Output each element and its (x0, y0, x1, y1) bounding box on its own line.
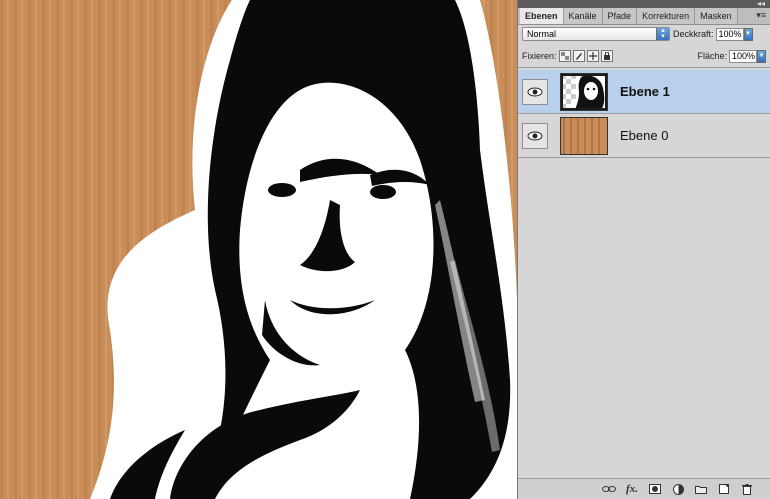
blend-mode-select[interactable]: Normal ▴ ▾ (522, 27, 670, 41)
trash-icon[interactable] (738, 482, 756, 496)
panel-bottom-bar: fx. (518, 478, 770, 499)
document-canvas[interactable] (0, 0, 517, 499)
tab-masken[interactable]: Masken (695, 8, 738, 24)
panel-menu-icon[interactable]: ▾≡ (756, 10, 766, 21)
fill-input[interactable]: 100% (729, 49, 757, 63)
blend-mode-value: Normal (527, 29, 557, 39)
group-icon[interactable] (692, 482, 710, 496)
collapse-icon[interactable]: ◂◂ (757, 0, 765, 8)
lock-row: Fixieren: Fläche: 100% ▼ (522, 48, 766, 64)
divider (518, 67, 770, 68)
adjustment-icon[interactable] (669, 482, 687, 496)
tab-ebenen[interactable]: Ebenen (520, 8, 564, 24)
tab-korrekturen[interactable]: Korrekturen (637, 8, 696, 24)
lock-transparency-icon[interactable] (558, 50, 571, 62)
layers-panel: ◂◂ Ebenen Kanäle Pfade Korrekturen Maske… (517, 0, 770, 499)
opacity-label: Deckkraft: (673, 29, 714, 39)
link-icon[interactable] (600, 482, 618, 496)
lock-label: Fixieren: (522, 51, 557, 61)
blend-row: Normal ▴ ▾ Deckkraft: 100% ▼ (522, 26, 766, 42)
layer-thumbnail (560, 72, 608, 111)
mask-icon[interactable] (646, 482, 664, 496)
eye-icon[interactable] (522, 122, 548, 149)
lock-all-icon[interactable] (600, 50, 613, 62)
lock-pixels-icon[interactable] (572, 50, 585, 62)
layer-row-ebene-0[interactable]: Ebene 0 (518, 114, 770, 158)
layer-row-ebene-1[interactable]: Ebene 1 (518, 70, 770, 114)
tab-pfade[interactable]: Pfade (602, 8, 638, 24)
photoshop-window: ◂◂ Ebenen Kanäle Pfade Korrekturen Maske… (0, 0, 770, 499)
layer-list: Ebene 1 Ebene 0 (518, 70, 770, 158)
layer-thumbnail (560, 116, 608, 155)
eye-icon[interactable] (522, 78, 548, 105)
fx-icon[interactable]: fx. (623, 482, 641, 496)
layer-name[interactable]: Ebene 1 (620, 84, 670, 99)
fill-dropdown-icon[interactable]: ▼ (757, 49, 766, 63)
lock-position-icon[interactable] (586, 50, 599, 62)
panel-titlebar: ◂◂ (518, 0, 770, 8)
opacity-dropdown-icon[interactable]: ▼ (743, 27, 753, 41)
new-layer-icon[interactable] (715, 482, 733, 496)
panel-tabs: Ebenen Kanäle Pfade Korrekturen Masken ▾… (518, 8, 770, 25)
opacity-input[interactable]: 100% (715, 27, 744, 41)
tab-kanaele[interactable]: Kanäle (563, 8, 603, 24)
layer-name[interactable]: Ebene 0 (620, 128, 668, 143)
fill-label: Fläche: (697, 51, 727, 61)
artwork (0, 0, 517, 499)
updown-arrow-icon: ▴ ▾ (656, 27, 669, 40)
